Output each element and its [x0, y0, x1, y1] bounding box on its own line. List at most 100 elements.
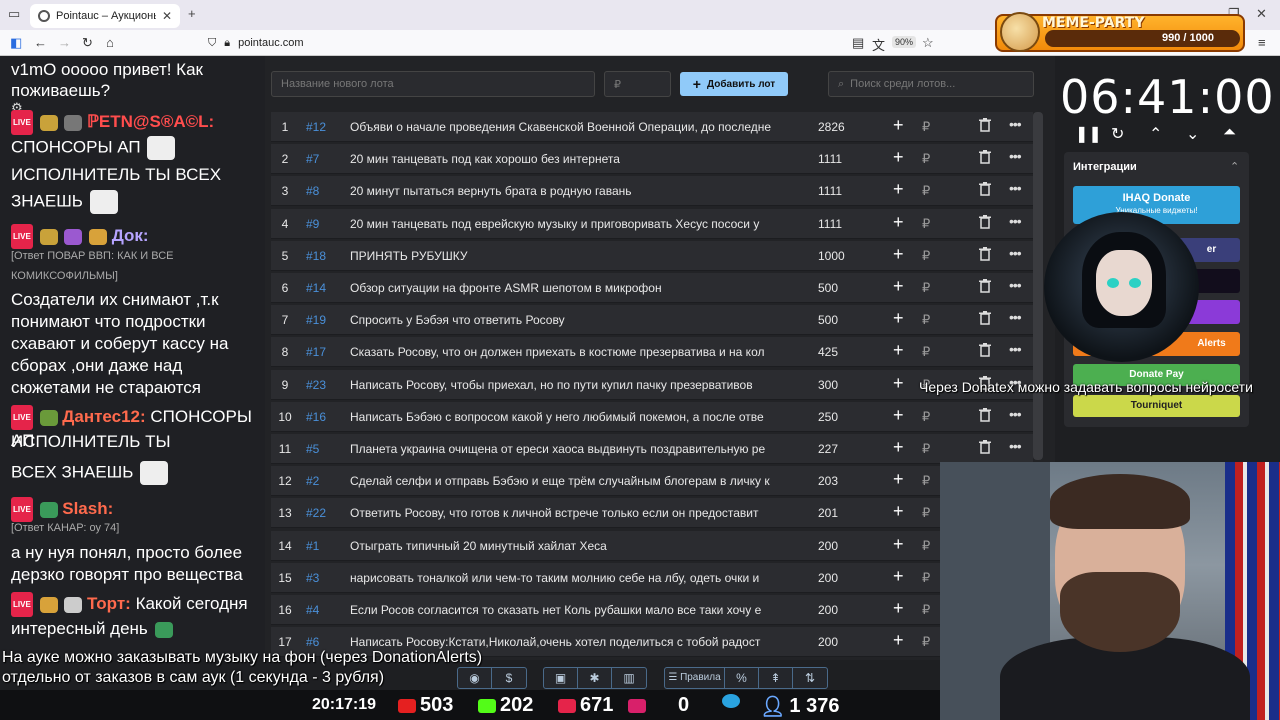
ruble-icon[interactable]: ₽: [922, 409, 930, 425]
lot-title[interactable]: ПРИНЯТЬ РУБУШКУ: [350, 249, 790, 263]
add-amount-icon[interactable]: +: [893, 373, 904, 394]
add-lot-button[interactable]: + Добавить лот: [680, 72, 788, 96]
add-amount-icon[interactable]: +: [893, 598, 904, 619]
ruble-icon[interactable]: ₽: [922, 344, 930, 360]
lot-title[interactable]: 20 мин танцевать под еврейскую музыку и …: [350, 217, 790, 231]
ruble-icon[interactable]: ₽: [922, 473, 930, 489]
more-options-icon[interactable]: •••: [1009, 309, 1022, 325]
lot-title[interactable]: 20 минут пытаться вернуть брата в родную…: [350, 184, 790, 198]
lot-title[interactable]: Обзор ситуации на фронте ASMR шепотом в …: [350, 281, 790, 295]
trash-icon[interactable]: [979, 150, 991, 164]
dollar-icon[interactable]: $: [492, 668, 526, 688]
lot-row[interactable]: 7 #19 Спросить у Бэбэя что ответить Росову…: [271, 305, 1033, 336]
menu-icon[interactable]: ≡: [1258, 35, 1266, 50]
sidebar-icon[interactable]: ◧: [10, 35, 22, 51]
translate-icon[interactable]: 文: [872, 35, 885, 54]
add-amount-icon[interactable]: +: [893, 534, 904, 555]
reload-icon[interactable]: ↻: [82, 35, 93, 51]
home-icon[interactable]: ⌂: [106, 35, 114, 50]
trash-icon[interactable]: [979, 246, 991, 261]
split-icon[interactable]: ⇞: [759, 668, 793, 688]
ruble-icon[interactable]: ₽: [922, 538, 930, 554]
add-amount-icon[interactable]: +: [893, 212, 904, 233]
double-chevron-up-icon[interactable]: ⏶: [1223, 124, 1236, 142]
save-icon[interactable]: ▣: [544, 668, 578, 688]
lot-title[interactable]: Планета украина очищена от ереси хаоса в…: [350, 442, 790, 456]
trash-icon[interactable]: [979, 182, 991, 197]
lot-title[interactable]: Отыграть типичный 20 минутный хайлат Хес…: [350, 539, 790, 553]
chevron-down-icon[interactable]: ⌄: [1186, 124, 1199, 144]
reset-icon[interactable]: ↻: [1111, 124, 1124, 144]
add-amount-icon[interactable]: +: [893, 501, 904, 522]
new-tab-icon[interactable]: +: [188, 6, 196, 21]
lot-title[interactable]: Ответить Росову, что готов к личной встр…: [350, 506, 790, 520]
more-options-icon[interactable]: •••: [1009, 148, 1022, 164]
lot-title[interactable]: Если Росов согласится то сказать нет Кол…: [350, 603, 790, 617]
lot-title[interactable]: Объяви о начале проведения Скавенской Во…: [350, 120, 790, 134]
add-amount-icon[interactable]: +: [893, 630, 904, 651]
github-icon[interactable]: ◉: [458, 668, 492, 688]
ruble-icon[interactable]: ₽: [922, 634, 930, 650]
more-options-icon[interactable]: •••: [1009, 180, 1022, 196]
pause-icon[interactable]: ❚❚: [1075, 124, 1102, 144]
lot-title[interactable]: нарисовать тоналкой или чем-то таким мол…: [350, 571, 790, 585]
reader-icon[interactable]: ▤: [852, 35, 864, 51]
rules-button[interactable]: ☰ Правила: [665, 668, 725, 688]
search-lots-input[interactable]: ⌕ Поиск среди лотов...: [828, 71, 1034, 97]
more-options-icon[interactable]: •••: [1009, 277, 1022, 293]
percent-icon[interactable]: %: [725, 668, 759, 688]
delete-all-icon[interactable]: ▥: [612, 668, 646, 688]
lot-row[interactable]: 16 #4 Если Росов согласится то сказать нет…: [271, 595, 1033, 625]
shield-icon[interactable]: ⛉: [208, 37, 216, 50]
lot-title[interactable]: Спросить у Бэбэя что ответить Росову: [350, 313, 790, 327]
lot-row[interactable]: 14 #1 Отыграть типичный 20 минутный хайлат…: [271, 530, 1033, 561]
trash-icon[interactable]: [979, 311, 991, 325]
add-amount-icon[interactable]: +: [893, 115, 904, 136]
add-amount-icon[interactable]: +: [893, 566, 904, 587]
lot-title[interactable]: Сделай селфи и отправь Бэбэю и еще трём …: [350, 474, 790, 488]
lot-row[interactable]: 1 #12 Объяви о начале проведения Скавенско…: [271, 112, 1033, 142]
trash-icon[interactable]: [979, 440, 991, 454]
lot-row[interactable]: 15 #3 нарисовать тоналкой или чем-то таким…: [271, 562, 1033, 593]
chevron-up-icon[interactable]: ⌃: [1149, 124, 1162, 144]
lot-row[interactable]: 8 #17 Сказать Росову, что он должен приеха…: [271, 337, 1033, 368]
lot-row[interactable]: 3 #8 20 минут пытаться вернуть брата в род…: [271, 176, 1033, 207]
add-amount-icon[interactable]: +: [893, 244, 904, 265]
lot-row[interactable]: 10 #16 Написать Бэбэю с вопросом какой у н…: [271, 401, 1033, 432]
lots-scrollbar[interactable]: [1033, 112, 1043, 460]
lot-row[interactable]: 4 #9 20 мин танцевать под еврейскую музыку…: [271, 208, 1033, 239]
lot-title[interactable]: 20 мин танцевать под как хорошо без инте…: [350, 152, 790, 166]
collapse-icon[interactable]: ⌃: [1230, 160, 1239, 173]
trash-icon[interactable]: [979, 279, 991, 293]
forward-icon[interactable]: →: [58, 35, 71, 50]
lot-row[interactable]: 12 #2 Сделай селфи и отправь Бэбэю и еще т…: [271, 466, 1033, 497]
add-amount-icon[interactable]: +: [893, 437, 904, 458]
ruble-icon[interactable]: ₽: [922, 280, 930, 296]
more-options-icon[interactable]: •••: [1009, 116, 1022, 132]
lot-title[interactable]: Написать Росову:Кстати,Николай,очень хот…: [350, 635, 790, 649]
browser-tab[interactable]: Pointauc – Аукционы, лотере ✕: [30, 4, 180, 28]
trash-icon[interactable]: [979, 343, 991, 358]
bug-icon[interactable]: ✱: [578, 668, 612, 688]
ruble-icon[interactable]: ₽: [922, 441, 930, 457]
add-amount-icon[interactable]: +: [893, 147, 904, 168]
add-amount-icon[interactable]: +: [893, 340, 904, 361]
ruble-icon[interactable]: ₽: [922, 216, 930, 232]
add-amount-icon[interactable]: +: [893, 308, 904, 329]
ruble-icon[interactable]: ₽: [922, 119, 930, 135]
lot-row[interactable]: 13 #22 Ответить Росову, что готов к личной…: [271, 498, 1033, 529]
lot-title[interactable]: Написать Бэбэю с вопросом какой у него л…: [350, 410, 790, 424]
trash-icon[interactable]: [979, 214, 991, 229]
tourniquet-button[interactable]: Tourniquet: [1073, 395, 1240, 417]
more-options-icon[interactable]: •••: [1009, 438, 1022, 454]
ruble-icon[interactable]: ₽: [922, 248, 930, 264]
add-amount-icon[interactable]: +: [893, 469, 904, 490]
ruble-icon[interactable]: ₽: [922, 312, 930, 328]
ruble-icon[interactable]: ₽: [922, 570, 930, 586]
lot-title[interactable]: Написать Росову, чтобы приехал, но по пу…: [350, 378, 790, 392]
lot-title[interactable]: Сказать Росову, что он должен приехать в…: [350, 345, 790, 359]
sort-icon[interactable]: ⇅: [793, 668, 827, 688]
more-options-icon[interactable]: •••: [1009, 406, 1022, 422]
lot-row[interactable]: 2 #7 20 мин танцевать под как хорошо без и…: [271, 144, 1033, 175]
new-lot-input[interactable]: Название нового лота: [271, 71, 595, 97]
